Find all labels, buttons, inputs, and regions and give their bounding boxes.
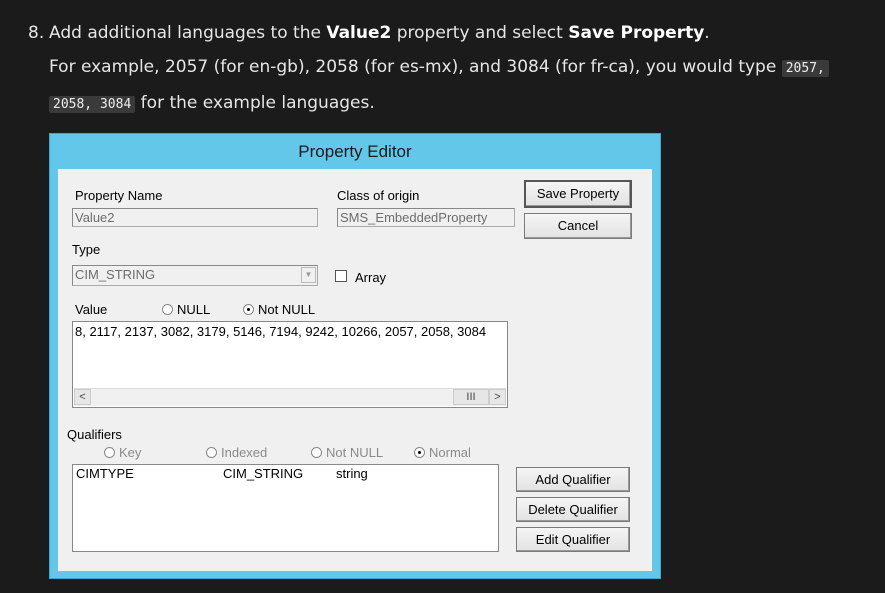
step-number: 8. (28, 23, 45, 43)
normal-radio[interactable]: Normal (414, 445, 471, 460)
qualifier-row[interactable]: CIMTYPE CIM_STRING string (73, 465, 498, 482)
text: for the example languages. (135, 93, 375, 113)
property-name-label: Property Name (75, 188, 163, 203)
property-name-field[interactable]: Value2 (72, 208, 318, 227)
not-null-radio[interactable]: Not NULL (243, 302, 315, 317)
indexed-label: Indexed (221, 445, 268, 460)
delete-qualifier-button[interactable]: Delete Qualifier (516, 497, 630, 522)
null-label: NULL (177, 302, 211, 317)
save-property-button[interactable]: Save Property (524, 180, 632, 208)
qual-not-null-label: Not NULL (326, 445, 384, 460)
text: Add additional languages to the (49, 23, 327, 43)
code-snippet: 2057, (781, 60, 829, 77)
bold-value2: Value2 (326, 23, 392, 43)
qualifiers-label: Qualifiers (67, 427, 122, 442)
radio-icon (311, 447, 322, 458)
value-text: 8, 2117, 2137, 3082, 3179, 5146, 7194, 9… (75, 324, 487, 339)
key-radio[interactable]: Key (104, 445, 141, 460)
scroll-thumb[interactable]: III (453, 389, 489, 405)
indexed-radio[interactable]: Indexed (206, 445, 267, 460)
edit-qualifier-button[interactable]: Edit Qualifier (516, 527, 630, 552)
qual-not-null-radio[interactable]: Not NULL (311, 445, 383, 460)
key-label: Key (119, 445, 142, 460)
qualifier-type: CIM_STRING (223, 466, 304, 481)
radio-selected-icon (414, 447, 425, 458)
type-label: Type (72, 242, 101, 257)
horizontal-scrollbar[interactable]: < III > (74, 388, 506, 406)
text: For example, 2057 (for en-gb), 2058 (for… (49, 57, 782, 77)
array-checkbox[interactable] (335, 270, 347, 282)
scroll-right-icon[interactable]: > (489, 389, 506, 405)
class-origin-field[interactable]: SMS_EmbeddedProperty (337, 208, 515, 227)
add-qualifier-button[interactable]: Add Qualifier (516, 467, 630, 492)
type-select[interactable]: CIM_STRING ▼ (72, 265, 318, 286)
array-label: Array (355, 270, 387, 285)
cancel-button[interactable]: Cancel (524, 213, 632, 239)
text: property and select (391, 23, 569, 43)
normal-label: Normal (429, 445, 471, 460)
value-textarea[interactable]: 8, 2117, 2137, 3082, 3179, 5146, 7194, 9… (72, 321, 508, 408)
text: . (704, 23, 710, 43)
property-editor-dialog: Property Editor Property Name Value2 Cla… (49, 133, 661, 579)
qualifier-name: CIMTYPE (76, 466, 134, 481)
dialog-title: Property Editor (298, 142, 412, 161)
null-radio[interactable]: NULL (162, 302, 210, 317)
bold-save-property: Save Property (568, 23, 705, 43)
radio-icon (162, 304, 173, 315)
radio-selected-icon (243, 304, 254, 315)
chevron-down-icon[interactable]: ▼ (301, 267, 316, 283)
type-value: CIM_STRING (75, 267, 156, 282)
radio-icon (104, 447, 115, 458)
class-origin-label: Class of origin (337, 188, 420, 203)
radio-icon (206, 447, 217, 458)
qualifier-value: string (336, 466, 368, 481)
code-snippet: 2058, 3084 (49, 96, 136, 113)
value-label: Value (75, 302, 108, 317)
dialog-client: Property Name Value2 Class of origin SMS… (58, 169, 652, 571)
instruction-step: 8. Add additional languages to the Value… (28, 16, 829, 122)
qualifiers-list[interactable]: CIMTYPE CIM_STRING string (72, 464, 499, 552)
scroll-left-icon[interactable]: < (74, 389, 91, 405)
not-null-label: Not NULL (258, 302, 316, 317)
